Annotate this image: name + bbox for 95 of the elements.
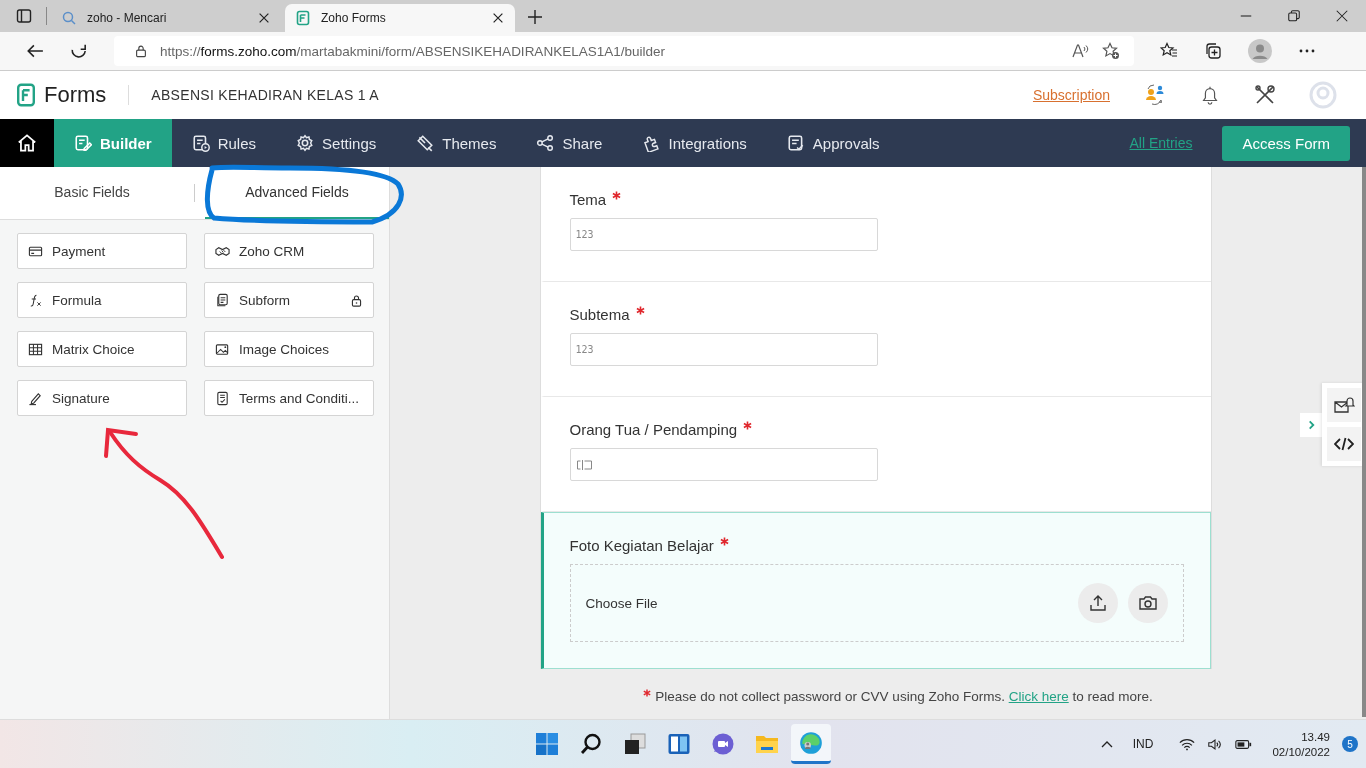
search-icon <box>579 732 603 756</box>
input-language[interactable]: IND <box>1132 737 1154 751</box>
text-input-field[interactable] <box>569 448 878 481</box>
upload-icon <box>1087 593 1108 613</box>
field-label: Orang Tua / Pendamping <box>569 421 738 438</box>
browser-tab[interactable]: zoho - Mencari <box>51 4 281 32</box>
pen-icon <box>28 390 43 406</box>
wifi-icon[interactable] <box>1179 737 1196 751</box>
field-type-button[interactable]: Image Choices <box>204 331 374 367</box>
app-logo-text: Forms <box>44 82 107 108</box>
close-icon[interactable] <box>257 11 271 25</box>
document-play-icon <box>191 134 210 152</box>
mail-bell-icon <box>1333 395 1355 415</box>
number-placeholder: 123 <box>575 344 594 355</box>
add-favorite-icon[interactable] <box>1102 42 1120 60</box>
nav-tab[interactable]: Integrations <box>622 119 767 167</box>
document-check-icon <box>215 390 230 406</box>
field-category-tab[interactable]: Basic Fields <box>0 167 184 219</box>
form-field-section[interactable]: Tema 123 <box>540 167 1211 282</box>
field-type-button[interactable]: Subform <box>204 282 374 318</box>
copy-document-icon <box>215 292 230 308</box>
clock-time[interactable]: 13.49 <box>1301 730 1330 743</box>
stacked-windows-icon <box>623 732 647 756</box>
number-input-field[interactable]: 123 <box>569 218 878 251</box>
profile-avatar-icon[interactable] <box>1248 39 1272 63</box>
favorites-icon[interactable] <box>1160 42 1178 60</box>
choose-file-text: Choose File <box>585 595 658 611</box>
browser-tab[interactable]: Zoho Forms <box>285 4 515 32</box>
back-icon[interactable] <box>26 42 44 60</box>
read-aloud-icon[interactable] <box>1072 43 1090 59</box>
home-icon <box>16 132 38 154</box>
form-field-section[interactable]: Orang Tua / Pendamping <box>540 397 1211 512</box>
form-icon <box>295 10 311 26</box>
privacy-note: Please do not collect password or CVV using Zoho Forms. Click here to read more. <box>655 689 1153 704</box>
scrollbar-thumb[interactable] <box>1362 167 1366 717</box>
text-field-icon <box>575 459 593 470</box>
battery-icon[interactable] <box>1235 738 1253 750</box>
speaker-icon[interactable] <box>1207 737 1224 751</box>
share-icon <box>536 134 555 152</box>
clock-date[interactable]: 02/10/2022 <box>1272 745 1330 758</box>
embed-code-button[interactable] <box>1327 427 1361 461</box>
nav-tab[interactable]: Rules <box>171 119 277 167</box>
field-type-button[interactable]: Formula <box>17 282 187 318</box>
image-icon <box>215 341 230 357</box>
all-entries-link[interactable]: All Entries <box>1129 135 1193 151</box>
field-label: Foto Kegiatan Belajar <box>569 537 714 554</box>
camera-button[interactable] <box>1127 583 1168 623</box>
field-label: Tema <box>569 191 607 208</box>
home-button[interactable] <box>0 119 54 167</box>
settings-icon <box>296 134 315 152</box>
form-field-section[interactable]: Subtema 123 <box>540 282 1211 397</box>
tab-actions-icon[interactable] <box>16 8 32 24</box>
brush-icon <box>416 134 435 152</box>
collections-icon[interactable] <box>1204 42 1222 60</box>
nav-tab[interactable]: Settings <box>276 119 397 167</box>
function-icon <box>28 292 43 308</box>
widgets-icon <box>667 732 691 756</box>
grid-icon <box>28 341 43 357</box>
edge-browser-button[interactable] <box>791 724 831 764</box>
number-input-field[interactable]: 123 <box>569 333 878 366</box>
close-icon[interactable] <box>1335 9 1349 23</box>
puzzle-icon <box>642 134 661 152</box>
field-label: Subtema <box>569 306 630 323</box>
checklist-icon <box>786 134 805 152</box>
number-placeholder: 123 <box>575 229 594 240</box>
upload-button[interactable] <box>1077 583 1118 623</box>
url-text: https://forms.zoho.com/martabakmini/form/ABSENSIKEHADIRANKELAS1A1/builder <box>160 43 665 59</box>
field-type-button[interactable]: Matrix Choice <box>17 331 187 367</box>
search-icon <box>61 10 77 26</box>
field-type-button[interactable]: Zoho CRM <box>204 233 374 269</box>
nav-tab[interactable]: Share <box>516 119 623 167</box>
browser-logo-icon <box>798 729 824 756</box>
field-type-button[interactable]: Signature <box>17 380 187 416</box>
address-bar[interactable]: https://forms.zoho.com/martabakmini/form/ABSENSIKEHADIRANKELAS1A1/builder <box>114 36 1134 66</box>
windows-logo-icon <box>535 732 559 756</box>
form-edit-icon <box>74 134 92 152</box>
nav-tab[interactable]: Themes <box>396 119 517 167</box>
field-type-button[interactable]: Terms and Conditi... <box>204 380 374 416</box>
camera-icon <box>1137 593 1158 613</box>
forms-logo-icon <box>16 83 36 107</box>
nav-tab[interactable]: Approvals <box>766 119 900 167</box>
chevron-up-icon[interactable] <box>1100 740 1113 748</box>
video-chat-icon <box>711 732 735 756</box>
restore-icon[interactable] <box>1287 9 1301 23</box>
form-field-section[interactable]: Foto Kegiatan Belajar Choose File <box>540 512 1211 669</box>
add-icon[interactable] <box>527 9 543 25</box>
field-type-button[interactable]: Payment <box>17 233 187 269</box>
expand-tab[interactable] <box>1300 412 1322 437</box>
form-title: ABSENSI KEHADIRAN KELAS 1 A <box>151 87 379 103</box>
close-icon[interactable] <box>491 11 505 25</box>
code-icon <box>1334 437 1354 451</box>
email-notification-button[interactable] <box>1327 388 1361 422</box>
lock-icon <box>134 44 148 58</box>
notification-badge[interactable]: 5 <box>1342 736 1358 752</box>
file-upload-area[interactable]: Choose File <box>569 564 1184 642</box>
